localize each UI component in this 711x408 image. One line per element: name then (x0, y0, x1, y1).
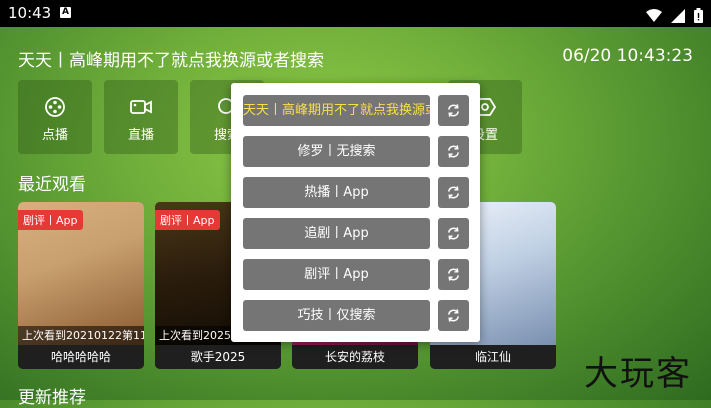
recommended-heading: 更新推荐 (18, 388, 86, 408)
tile-vod-label: 点播 (41, 128, 68, 143)
source-option[interactable]: 修罗丨无搜索 (243, 136, 430, 167)
watermark-logo: 大玩客 (584, 354, 692, 394)
source-title[interactable]: 天天丨高峰期用不了就点我换源或者搜索 (18, 46, 324, 71)
recent-heading: 最近观看 (18, 175, 86, 195)
refresh-button[interactable] (438, 177, 469, 208)
refresh-icon (448, 186, 459, 199)
tile-live[interactable]: 直播 (104, 80, 178, 154)
watch-progress: 上次看到20210122第11... (18, 326, 144, 345)
source-row: 巧技丨仅搜索 (243, 300, 469, 331)
source-row: 热播丨App (243, 177, 469, 208)
battery-icon (694, 8, 703, 23)
refresh-icon (448, 309, 459, 322)
refresh-button[interactable] (438, 136, 469, 167)
source-option[interactable]: 热播丨App (243, 177, 430, 208)
source-option-active[interactable]: 天天丨高峰期用不了就点我换源或者搜索 (243, 95, 430, 126)
refresh-icon (448, 145, 459, 158)
source-option[interactable]: 巧技丨仅搜索 (243, 300, 430, 331)
clock: 06/20 10:43:23 (562, 46, 693, 66)
refresh-button[interactable] (438, 300, 469, 331)
film-reel-icon (45, 97, 65, 117)
refresh-icon (448, 227, 459, 240)
tile-vod[interactable]: 点播 (18, 80, 92, 154)
status-icons (642, 5, 703, 24)
card-title: 长安的荔枝 (292, 345, 418, 369)
wifi-icon (645, 8, 662, 22)
card-title: 临江仙 (430, 345, 556, 369)
source-tag: 剧评丨App (155, 210, 220, 230)
source-option[interactable]: 剧评丨App (243, 259, 430, 290)
source-select-dialog: 天天丨高峰期用不了就点我换源或者搜索 修罗丨无搜索 热播丨App 追剧丨App … (231, 83, 480, 342)
recent-card[interactable]: 剧评丨App 上次看到20210122第11... 哈哈哈哈哈 (18, 202, 144, 369)
refresh-button[interactable] (438, 259, 469, 290)
source-row: 天天丨高峰期用不了就点我换源或者搜索 (243, 95, 469, 126)
card-title: 哈哈哈哈哈 (18, 345, 144, 369)
card-title: 歌手2025 (155, 345, 281, 369)
source-tag: 剧评丨App (18, 210, 83, 230)
signal-icon (670, 8, 685, 23)
status-time: 10:43 (8, 4, 52, 22)
refresh-button[interactable] (438, 218, 469, 249)
notification-icon: A (60, 7, 71, 18)
refresh-button[interactable] (438, 95, 469, 126)
source-row: 剧评丨App (243, 259, 469, 290)
refresh-icon (448, 268, 459, 281)
tile-live-label: 直播 (127, 128, 154, 143)
source-option[interactable]: 追剧丨App (243, 218, 430, 249)
source-row: 修罗丨无搜索 (243, 136, 469, 167)
refresh-icon (448, 104, 459, 117)
source-row: 追剧丨App (243, 218, 469, 249)
status-bar: 10:43 A (0, 0, 711, 27)
video-camera-icon (130, 100, 152, 114)
